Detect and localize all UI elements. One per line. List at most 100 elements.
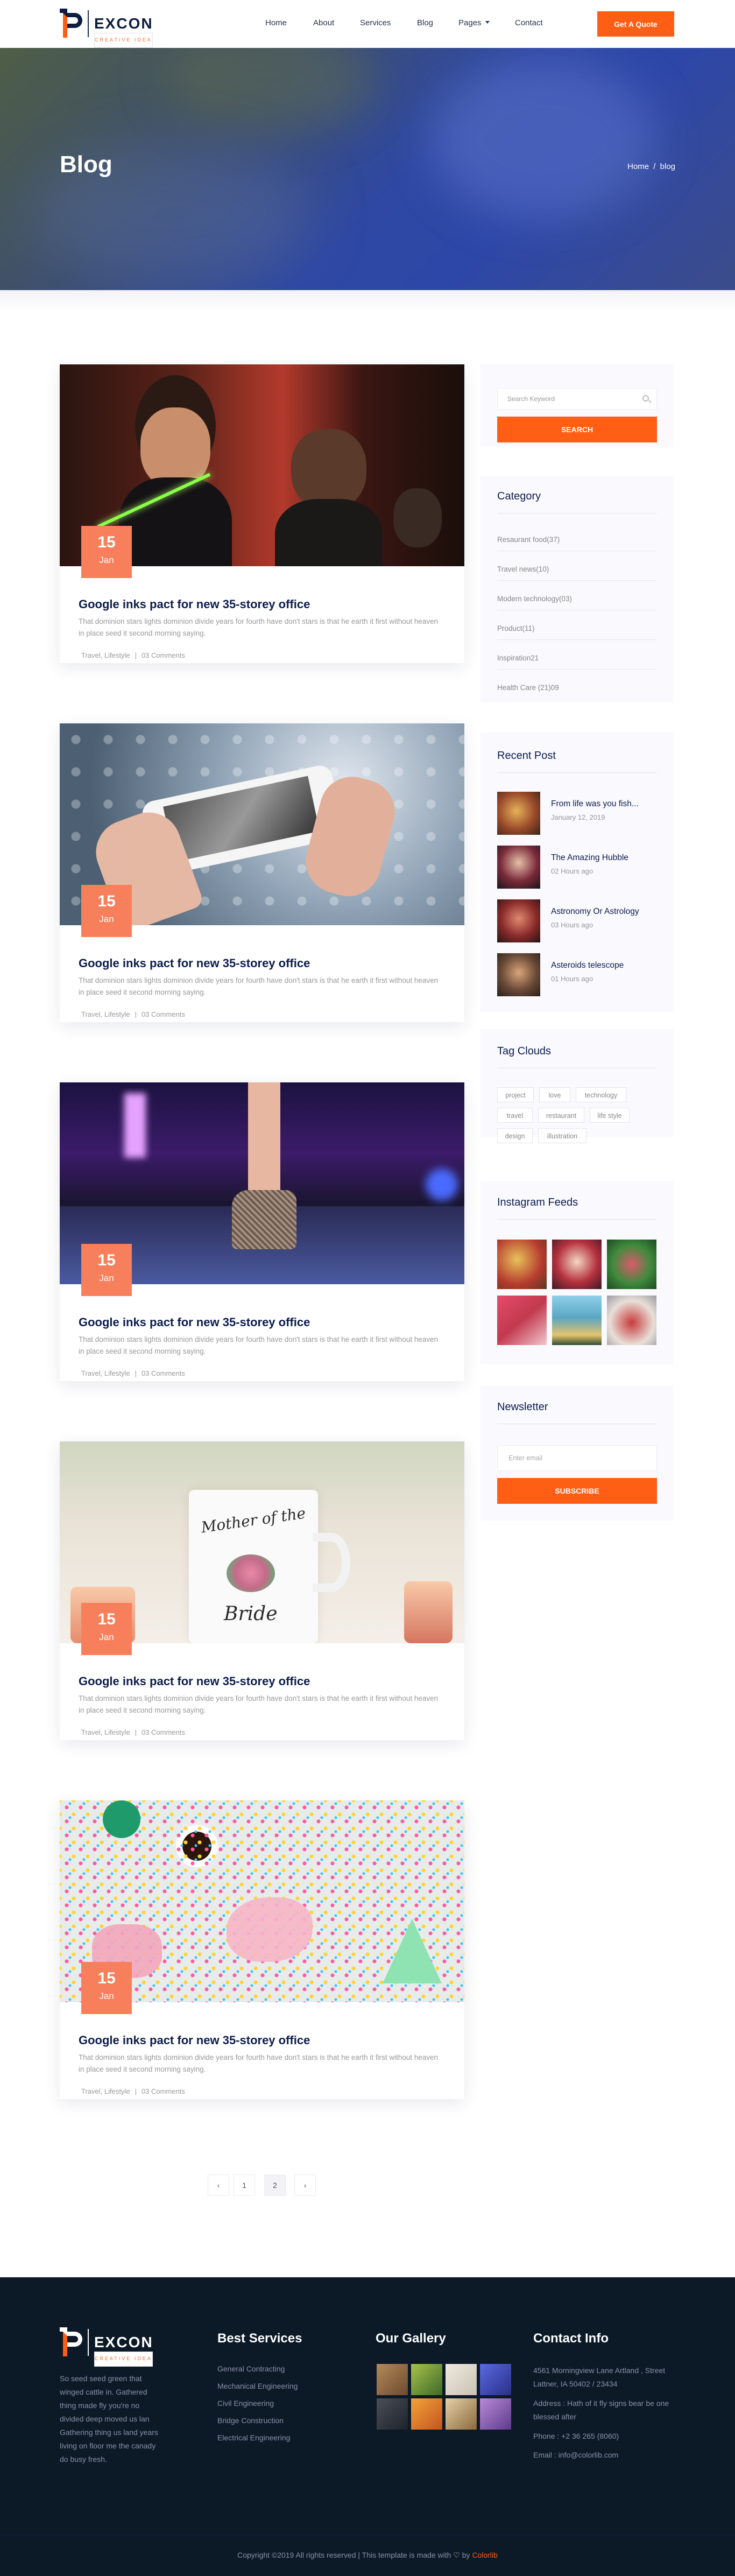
nav-pages-label: Pages [458,18,482,27]
breadcrumb-home-link[interactable]: Home [627,162,649,171]
post-comments[interactable]: 03 Comments [142,1369,185,1377]
date-badge: 15 Jan [81,1603,132,1655]
tag-item[interactable]: illustration [538,1128,586,1143]
date-month: Jan [99,1273,114,1283]
pagination-prev[interactable]: ‹ [208,2174,229,2196]
copyright-by: by [462,2551,470,2559]
date-month: Jan [99,914,114,924]
gallery-photo[interactable] [377,2398,408,2430]
category-item[interactable]: Modern technology(03) [497,595,657,610]
email-field[interactable]: Enter email [497,1445,657,1471]
recent-post-thumbnail[interactable] [497,953,540,996]
gallery-photo[interactable] [480,2364,511,2395]
footer-about-text: So seed seed green that winged cattle in… [60,2374,158,2464]
post-category[interactable]: Travel, Lifestyle [81,1010,130,1018]
category-item[interactable]: Inspiration21 [497,654,657,670]
widget-title-tags: Tag Clouds [497,1045,552,1057]
tag-item[interactable]: love [539,1087,570,1102]
gallery-photo[interactable] [411,2398,442,2430]
recent-post-thumbnail[interactable] [497,792,540,835]
gallery-photo[interactable] [377,2364,408,2395]
blog-post-card: 15 Jan Google inks pact for new 35-store… [60,723,464,1022]
gallery-photo[interactable] [480,2398,511,2430]
post-category[interactable]: Travel, Lifestyle [81,1728,130,1736]
post-excerpt: That dominion stars lights dominion divi… [79,617,439,637]
footer-service-link[interactable]: Civil Engineering [217,2399,298,2416]
recent-post-title[interactable]: Astronomy Or Astrology [551,907,639,917]
post-meta: Travel, Lifestyle | 03 Comments [81,1728,185,1736]
tag-item[interactable]: life style [590,1108,630,1123]
nav-home[interactable]: Home [265,18,287,27]
pagination-page-2[interactable]: 2 [264,2174,286,2196]
nav-pages[interactable]: Pages [458,18,490,27]
post-title[interactable]: Google inks pact for new 35-storey offic… [79,1315,310,1329]
widget-title-newsletter: Newsletter [497,1401,548,1413]
instagram-photo[interactable] [497,1240,547,1289]
contact-email[interactable]: Email : info@colorlib.com [533,2448,676,2462]
category-label: Travel news(10) [497,565,549,573]
footer-gallery-title: Our Gallery [376,2331,446,2346]
blog-post-card: 15 Jan Google inks pact for new 35-store… [60,1800,464,2099]
nav-contact[interactable]: Contact [515,18,543,27]
tag-item[interactable]: technology [576,1087,626,1102]
post-excerpt: That dominion stars lights dominion divi… [79,2053,439,2073]
nav-blog[interactable]: Blog [417,18,433,27]
post-comments[interactable]: 03 Comments [142,1728,185,1736]
search-input[interactable]: Search Keyword [497,388,657,410]
footer-services-title: Best Services [217,2331,302,2346]
post-title[interactable]: Google inks pact for new 35-storey offic… [79,2033,310,2047]
pagination-page-1[interactable]: 1 [234,2174,255,2196]
category-label: Health Care (21)09 [497,684,559,692]
post-category[interactable]: Travel, Lifestyle [81,1369,130,1377]
post-title[interactable]: Google inks pact for new 35-storey offic… [79,1674,310,1688]
category-item[interactable]: Resaurant food(37) [497,536,657,551]
gallery-photo[interactable] [446,2364,477,2395]
recent-post-thumbnail[interactable] [497,846,540,889]
footer-logo[interactable]: EXCON CREATIVE IDEA [60,2327,153,2367]
instagram-photo[interactable] [552,1296,602,1345]
tag-item[interactable]: travel [497,1108,533,1123]
page-banner: Blog Home / blog [0,48,735,290]
instagram-photo[interactable] [552,1240,602,1289]
instagram-photo[interactable] [497,1296,547,1345]
widget-title-recent: Recent Post [497,750,556,762]
post-comments[interactable]: 03 Comments [142,1010,185,1018]
footer-service-link[interactable]: General Contracting [217,2364,298,2382]
recent-post-title[interactable]: From life was you fish... [551,799,639,809]
category-item[interactable]: Health Care (21)09 [497,684,657,692]
breadcrumb-current: blog [660,162,675,171]
gallery-photo[interactable] [411,2364,442,2395]
pagination-next[interactable]: › [294,2174,316,2196]
recent-post-item[interactable]: From life was you fish... January 12, 201… [497,792,657,837]
post-category[interactable]: Travel, Lifestyle [81,2087,130,2095]
recent-post-thumbnail[interactable] [497,899,540,942]
recent-post-title[interactable]: The Amazing Hubble [551,853,628,863]
footer-service-link[interactable]: Electrical Engineering [217,2433,298,2451]
recent-post-item[interactable]: The Amazing Hubble 02 Hours ago [497,846,657,891]
category-item[interactable]: Travel news(10) [497,565,657,581]
post-category[interactable]: Travel, Lifestyle [81,651,130,659]
instagram-photo[interactable] [607,1240,656,1289]
date-day: 15 [97,533,116,551]
colorlib-link[interactable]: Colorlib [472,2551,497,2559]
recent-post-item[interactable]: Asteroids telescope 01 Hours ago [497,953,657,999]
category-item[interactable]: Product(11) [497,624,657,640]
tag-item[interactable]: design [497,1128,533,1143]
footer-service-link[interactable]: Bridge Construction [217,2416,298,2433]
footer-service-link[interactable]: Mechanical Engineering [217,2382,298,2399]
recent-post-title[interactable]: Asteroids telescope [551,961,624,970]
post-comments[interactable]: 03 Comments [142,651,185,659]
subscribe-button[interactable]: SUBSCRIBE [497,1478,657,1504]
get-a-quote-button[interactable]: Get A Quote [597,11,674,37]
tag-item[interactable]: restaurant [538,1108,584,1123]
nav-about[interactable]: About [313,18,334,27]
post-title[interactable]: Google inks pact for new 35-storey offic… [79,597,310,611]
gallery-photo[interactable] [446,2398,477,2430]
recent-post-item[interactable]: Astronomy Or Astrology 03 Hours ago [497,899,657,945]
tag-item[interactable]: project [497,1087,534,1102]
search-button[interactable]: SEARCH [497,417,657,442]
nav-services[interactable]: Services [360,18,391,27]
post-comments[interactable]: 03 Comments [142,2087,185,2095]
post-title[interactable]: Google inks pact for new 35-storey offic… [79,956,310,970]
instagram-photo[interactable] [607,1296,656,1345]
